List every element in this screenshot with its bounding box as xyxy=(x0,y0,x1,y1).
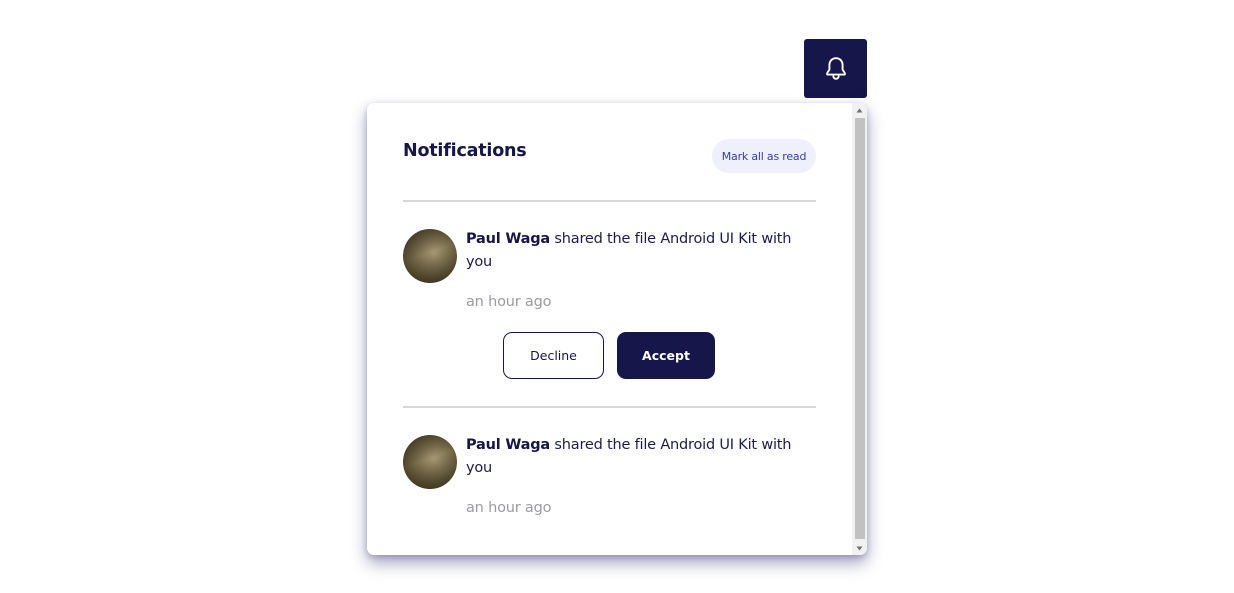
notification-actor[interactable]: Paul Waga xyxy=(466,231,550,247)
divider xyxy=(403,200,816,202)
page: Notifications Mark all as read Paul Waga… xyxy=(0,0,1234,593)
scroll-down-arrow-icon[interactable] xyxy=(852,541,867,555)
notifications-list: Notifications Mark all as read Paul Waga… xyxy=(367,103,851,555)
scroll-up-arrow-icon[interactable] xyxy=(852,103,867,117)
accept-button[interactable]: Accept xyxy=(617,332,715,379)
notification-actor[interactable]: Paul Waga xyxy=(466,437,550,453)
avatar xyxy=(403,229,457,283)
bell-icon xyxy=(825,56,846,80)
divider xyxy=(403,406,816,408)
scrollbar-thumb[interactable] xyxy=(855,118,865,539)
notifications-panel: Notifications Mark all as read Paul Waga… xyxy=(367,103,867,555)
notifications-bell-button[interactable] xyxy=(804,39,867,98)
panel-title: Notifications xyxy=(403,141,527,161)
notification-time: an hour ago xyxy=(466,500,552,516)
notification-time: an hour ago xyxy=(466,294,552,310)
notification-message: Paul Waga shared the file Android UI Kit… xyxy=(466,434,806,480)
notification-message: Paul Waga shared the file Android UI Kit… xyxy=(466,228,806,274)
avatar xyxy=(403,435,457,489)
scrollbar[interactable] xyxy=(852,103,867,555)
decline-button[interactable]: Decline xyxy=(503,332,604,379)
mark-all-read-button[interactable]: Mark all as read xyxy=(712,139,816,173)
